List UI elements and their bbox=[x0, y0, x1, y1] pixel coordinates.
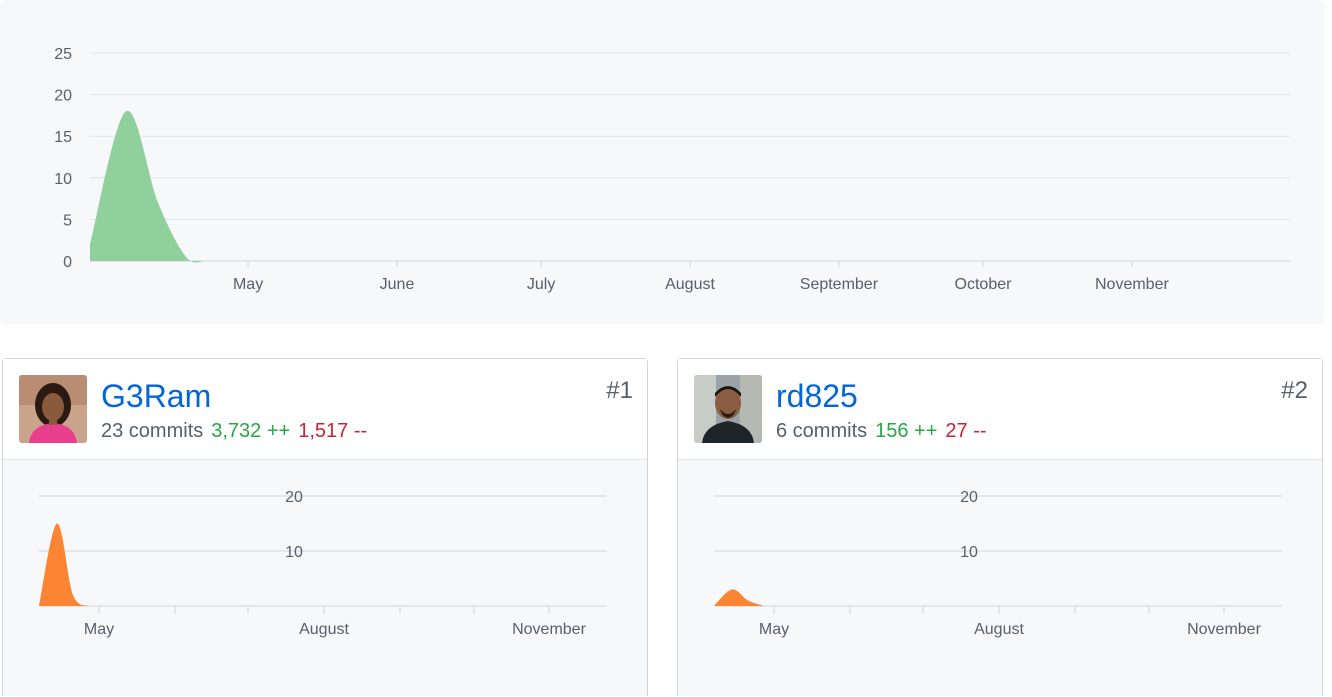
y-tick-label: 25 bbox=[54, 46, 72, 63]
contributor-commits-area bbox=[714, 589, 764, 606]
contributor-stats: 6 commits 156 ++ 27 -- bbox=[776, 419, 987, 443]
contributor-chart-area: 20 10 May August November bbox=[678, 460, 1322, 696]
y-tick-label: 10 bbox=[285, 544, 303, 561]
y-tick-label: 20 bbox=[54, 88, 72, 105]
y-tick-label: 0 bbox=[63, 254, 72, 271]
deletions-count: 27 -- bbox=[945, 420, 987, 442]
x-tick-label: September bbox=[800, 276, 879, 293]
avatar-woman-icon bbox=[19, 375, 87, 443]
x-tick-label: June bbox=[380, 276, 415, 293]
contributor-rank: #1 bbox=[606, 377, 633, 404]
x-tick-label: November bbox=[1095, 276, 1169, 293]
contributor-chart-area: 20 10 May August November bbox=[3, 460, 647, 696]
y-tick-label: 15 bbox=[54, 129, 72, 146]
additions-count: 156 ++ bbox=[875, 420, 938, 442]
deletions-count: 1,517 -- bbox=[298, 420, 368, 442]
y-tick-label: 10 bbox=[54, 171, 72, 188]
contributor-chart: 20 10 May August November bbox=[39, 489, 607, 638]
contributor-rank: #2 bbox=[1281, 377, 1308, 404]
contributions-chart-panel: 25 20 15 10 5 0 May June July August September Octo… bbox=[0, 0, 1324, 324]
x-tick-label: November bbox=[1187, 621, 1261, 638]
x-tick-label: November bbox=[512, 621, 586, 638]
contributor-username-link[interactable]: G3Ram bbox=[101, 377, 211, 415]
x-tick-label: May bbox=[84, 621, 114, 638]
contributor-username-link[interactable]: rd825 bbox=[776, 377, 858, 415]
x-tick-label: May bbox=[759, 621, 789, 638]
avatar-man-icon bbox=[694, 375, 762, 443]
contributor-commits-area bbox=[39, 523, 89, 606]
avatar[interactable] bbox=[694, 375, 762, 443]
y-tick-label: 10 bbox=[960, 544, 978, 561]
additions-count: 3,732 ++ bbox=[211, 420, 291, 442]
y-tick-label: 5 bbox=[63, 212, 72, 229]
x-tick-label: May bbox=[233, 276, 263, 293]
contributor-card: G3Ram 23 commits 3,732 ++ 1,517 -- #1 20 10… bbox=[2, 358, 648, 696]
x-tick-label: October bbox=[955, 276, 1013, 293]
commits-area-series bbox=[90, 110, 205, 263]
contributor-chart: 20 10 May August November bbox=[714, 489, 1282, 638]
contributor-card-header: G3Ram 23 commits 3,732 ++ 1,517 -- #1 bbox=[3, 359, 647, 460]
y-tick-label: 20 bbox=[285, 489, 303, 506]
x-tick-label: August bbox=[665, 276, 715, 293]
x-tick-label: July bbox=[527, 276, 555, 293]
x-tick-label: August bbox=[974, 621, 1024, 638]
contributor-stats: 23 commits 3,732 ++ 1,517 -- bbox=[101, 419, 367, 443]
commit-count-link[interactable]: 23 commits bbox=[101, 420, 203, 442]
contributions-chart[interactable]: 25 20 15 10 5 0 May June July August September Octo… bbox=[0, 0, 1324, 324]
contributor-card-header: rd825 6 commits 156 ++ 27 -- #2 bbox=[678, 359, 1322, 460]
x-tick-label: August bbox=[299, 621, 349, 638]
avatar[interactable] bbox=[19, 375, 87, 443]
y-tick-label: 20 bbox=[960, 489, 978, 506]
contributor-card: rd825 6 commits 156 ++ 27 -- #2 20 10 May Aug… bbox=[677, 358, 1323, 696]
commit-count-link[interactable]: 6 commits bbox=[776, 420, 867, 442]
